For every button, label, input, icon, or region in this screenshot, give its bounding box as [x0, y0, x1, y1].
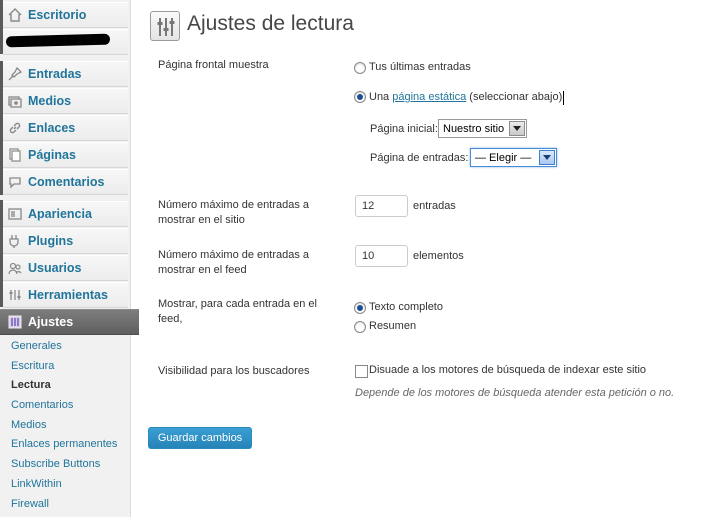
- posts-per-page-label-line2: mostrar en el sitio: [158, 214, 245, 226]
- save-changes-button[interactable]: Guardar cambios: [148, 427, 252, 449]
- text-cursor: [563, 91, 564, 105]
- submenu-item-lectura[interactable]: Lectura: [0, 376, 131, 396]
- sidebar-item-label: Usuarios: [28, 261, 82, 275]
- chevron-down-icon: [509, 121, 525, 136]
- sidebar-item-apariencia[interactable]: Apariencia: [3, 201, 128, 227]
- sidebar-item-escritorio[interactable]: Escritorio: [3, 2, 128, 28]
- radio-full-text-label: Texto completo: [369, 301, 443, 313]
- submenu-item-linkwithin[interactable]: LinkWithin: [0, 475, 131, 495]
- radio-latest-posts-label: Tus últimas entradas: [369, 61, 471, 73]
- sidebar-item-label: Escritorio: [28, 8, 87, 22]
- pin-icon: [7, 66, 23, 82]
- plugins-icon: [7, 233, 23, 249]
- posts-page-select[interactable]: — Elegir —: [470, 148, 557, 167]
- posts-per-page-input[interactable]: 12: [355, 195, 408, 217]
- tools-icon: [7, 287, 23, 303]
- home-page-select[interactable]: Nuestro sitio: [438, 119, 527, 138]
- sidebar-item-label: Apariencia: [28, 207, 92, 221]
- settings-page-icon: [150, 11, 180, 41]
- posts-page-label: Página de entradas:: [370, 152, 469, 164]
- settings-content: Ajustes de lectura Página frontal muestr…: [131, 0, 711, 517]
- rss-content-label-line2: feed,: [158, 313, 183, 325]
- posts-per-page-label-line1: Número máximo de entradas a: [158, 199, 310, 211]
- sidebar-item-enlaces[interactable]: Enlaces: [3, 115, 128, 141]
- sidebar-item-label: Comentarios: [28, 175, 105, 189]
- radio-summary[interactable]: [354, 321, 366, 333]
- posts-per-rss-input[interactable]: 10: [355, 245, 408, 267]
- posts-per-rss-label-line2: mostrar en el feed: [158, 264, 247, 276]
- posts-per-rss-label: Número máximo de entradas a mostrar en e…: [158, 248, 309, 278]
- front-page-label: Página frontal muestra: [158, 59, 269, 71]
- page-title: Ajustes de lectura: [187, 12, 354, 35]
- radio-full-text[interactable]: [354, 302, 366, 314]
- posts-per-rss-unit: elementos: [413, 250, 464, 262]
- sidebar-item-label: Ajustes: [28, 315, 74, 329]
- static-prefix: Una: [369, 91, 393, 103]
- sidebar-item-label: Entradas: [28, 67, 82, 81]
- posts-page-value: — Elegir —: [475, 151, 532, 164]
- radio-latest-posts[interactable]: [354, 62, 366, 74]
- submenu-item-medios[interactable]: Medios: [0, 416, 131, 436]
- posts-per-rss-label-line1: Número máximo de entradas a: [158, 249, 310, 261]
- static-suffix: (seleccionar abajo): [466, 91, 563, 103]
- dashboard-icon: [7, 7, 23, 23]
- visibility-description: Depende de los motores de búsqueda atend…: [355, 387, 675, 399]
- settings-icon: [7, 314, 23, 330]
- submenu-item-subscribe-buttons[interactable]: Subscribe Buttons: [0, 455, 131, 475]
- rss-content-label-line1: Mostrar, para cada entrada en el: [158, 298, 317, 310]
- sidebar-item-label: Herramientas: [28, 288, 108, 302]
- settings-submenu: Generales Escritura Lectura Comentarios …: [0, 337, 131, 514]
- submenu-item-generales[interactable]: Generales: [0, 337, 131, 357]
- sidebar-item-usuarios[interactable]: Usuarios: [3, 255, 128, 281]
- chevron-down-icon: [539, 150, 555, 165]
- sidebar-item-label: Enlaces: [28, 121, 76, 135]
- admin-sidebar: Escritorio Entradas Medios Enlaces Págin…: [0, 0, 139, 517]
- posts-per-page-unit: entradas: [413, 200, 456, 212]
- users-icon: [7, 260, 23, 276]
- submenu-item-enlaces-permanentes[interactable]: Enlaces permanentes: [0, 435, 131, 455]
- submenu-item-escritura[interactable]: Escritura: [0, 357, 131, 377]
- radio-static-page-label: Una página estática (seleccionar abajo): [369, 91, 562, 103]
- home-page-value: Nuestro sitio: [443, 122, 505, 135]
- appearance-icon: [7, 206, 23, 222]
- visibility-label: Visibilidad para los buscadores: [158, 365, 310, 377]
- rss-content-label: Mostrar, para cada entrada en el feed,: [158, 297, 317, 327]
- radio-static-page[interactable]: [354, 91, 366, 103]
- home-page-label: Página inicial:: [370, 123, 438, 135]
- submenu-item-firewall[interactable]: Firewall: [0, 495, 131, 515]
- sidebar-item-herramientas[interactable]: Herramientas: [3, 282, 128, 308]
- media-icon: [7, 93, 23, 109]
- links-icon: [7, 120, 23, 136]
- sidebar-item-label: Páginas: [28, 148, 76, 162]
- pages-icon: [7, 147, 23, 163]
- sidebar-item-medios[interactable]: Medios: [3, 88, 128, 114]
- sidebar-item-ajustes[interactable]: Ajustes: [0, 309, 139, 335]
- posts-per-page-label: Número máximo de entradas a mostrar en e…: [158, 198, 309, 228]
- sidebar-item-plugins[interactable]: Plugins: [3, 228, 128, 254]
- discourage-search-label: Disuade a los motores de búsqueda de ind…: [369, 364, 647, 376]
- radio-summary-label: Resumen: [369, 320, 417, 332]
- static-page-link[interactable]: página estática: [392, 91, 466, 103]
- sidebar-item-entradas[interactable]: Entradas: [3, 61, 128, 87]
- discourage-search-checkbox[interactable]: [355, 365, 368, 378]
- sidebar-item-label: Plugins: [28, 234, 74, 248]
- submenu-item-comentarios[interactable]: Comentarios: [0, 396, 131, 416]
- sidebar-item-paginas[interactable]: Páginas: [3, 142, 128, 168]
- comments-icon: [7, 174, 23, 190]
- sidebar-item-comentarios[interactable]: Comentarios: [3, 169, 128, 195]
- sidebar-item-label: Medios: [28, 94, 72, 108]
